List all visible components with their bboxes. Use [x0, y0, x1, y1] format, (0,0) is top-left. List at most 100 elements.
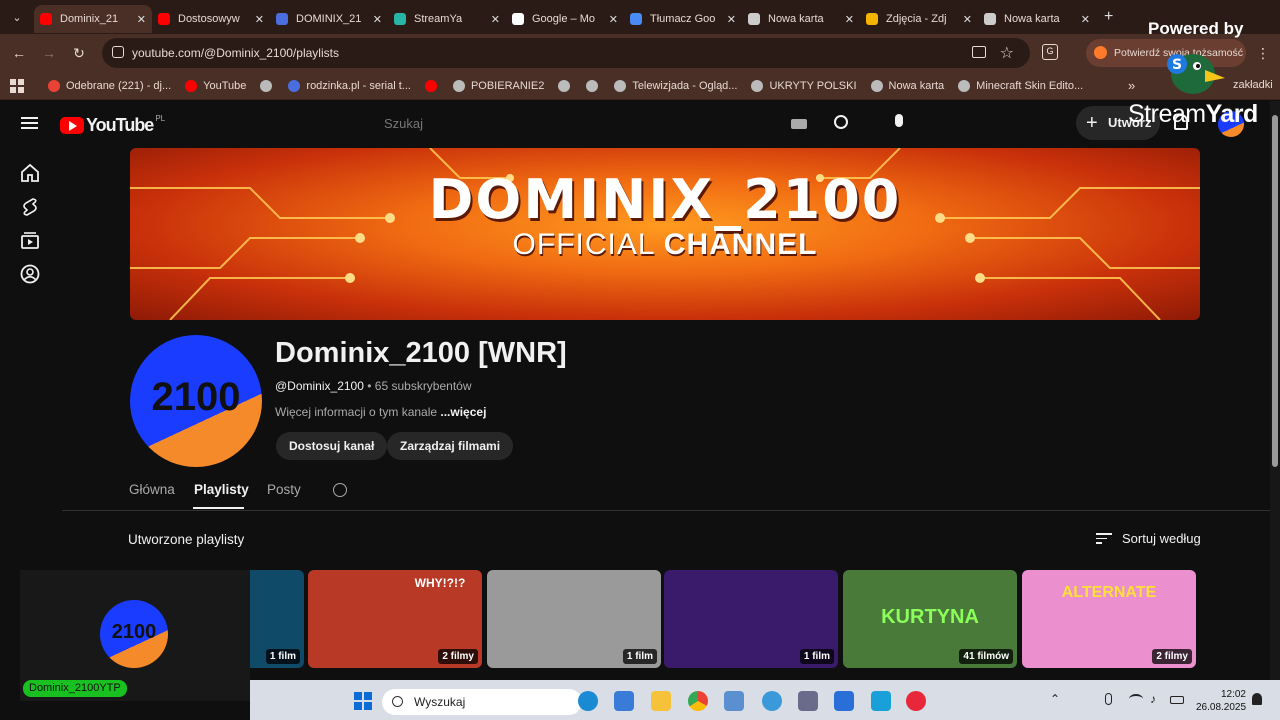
tab-favicon-icon [984, 13, 996, 25]
browser-tab[interactable]: StreamYa ✕ [388, 5, 506, 33]
app-icon-blue[interactable] [871, 691, 891, 711]
install-app-icon[interactable] [972, 46, 986, 58]
banner-subtitle-plain: OFFICIAL [512, 228, 664, 261]
tab-close-icon[interactable]: ✕ [727, 13, 736, 26]
playlist-thumbnail[interactable]: KURTYNA 41 filmów [843, 570, 1017, 668]
bookmark-item[interactable]: Telewizjada - Ogląd... [614, 79, 737, 92]
channel-avatar[interactable]: 2100 [130, 335, 262, 467]
notifications-icon[interactable] [1252, 693, 1262, 705]
taskbar-clock[interactable]: 12:02 26.08.2025 [1196, 688, 1246, 714]
tab-close-icon[interactable]: ✕ [1081, 13, 1090, 26]
playlist-thumbnail[interactable]: ALTERNATE 2 filmy [1022, 570, 1196, 668]
translate-icon[interactable]: G [1042, 44, 1058, 60]
bookmark-item[interactable] [558, 79, 576, 92]
wifi-icon[interactable] [1129, 694, 1143, 704]
taskbar-search-icon [392, 696, 403, 707]
bookmark-item[interactable]: UKRYTY POLSKI [751, 79, 857, 92]
youtube-region: PL [155, 114, 166, 123]
bookmark-item[interactable]: rodzinka.pl - serial t... [288, 79, 411, 92]
taskbar-search[interactable]: Wyszukaj [382, 689, 582, 715]
more-menu-icon[interactable]: ⋮ [1248, 38, 1278, 68]
record-app-icon[interactable] [906, 691, 926, 711]
tab-home[interactable]: Główna [129, 482, 175, 497]
sort-button[interactable]: Sortuj według [1096, 531, 1201, 546]
browser-tab[interactable]: Dostosowyw ✕ [152, 5, 270, 33]
browser-tab[interactable]: Nowa karta ✕ [978, 5, 1096, 33]
customize-channel-button[interactable]: Dostosuj kanał [276, 432, 388, 460]
keyboard-icon[interactable] [791, 119, 807, 129]
tab-close-icon[interactable]: ✕ [963, 13, 972, 26]
page-scrollbar[interactable] [1270, 101, 1280, 680]
scrollbar-thumb[interactable] [1272, 115, 1278, 467]
all-bookmarks-label[interactable]: zakładki [1233, 79, 1273, 91]
file-explorer-icon[interactable] [651, 691, 671, 711]
bookmark-item[interactable]: Minecraft Skin Edito... [958, 79, 1083, 92]
app-grid-icon[interactable] [798, 691, 818, 711]
bookmarks-overflow-icon[interactable]: » [1128, 78, 1135, 93]
playlist-thumbnail[interactable]: WHY!?!? 2 filmy [308, 570, 482, 668]
volume-icon[interactable]: ♪ [1150, 692, 1156, 706]
browser-tab[interactable]: Zdjęcia - Zdj ✕ [860, 5, 978, 33]
tab-close-icon[interactable]: ✕ [137, 13, 146, 26]
tab-close-icon[interactable]: ✕ [373, 13, 382, 26]
tab-posts[interactable]: Posty [267, 482, 301, 497]
reload-icon[interactable]: ↻ [64, 38, 94, 68]
chrome-icon[interactable] [688, 691, 708, 711]
mic-icon[interactable] [895, 114, 903, 127]
home-icon[interactable] [19, 162, 41, 184]
bookmark-item[interactable] [424, 79, 443, 92]
bookmark-item[interactable]: Nowa karta [870, 79, 944, 92]
channel-description[interactable]: Więcej informacji o tym kanale ...więcej [275, 405, 486, 419]
bookmark-item[interactable] [260, 79, 278, 92]
bookmark-item[interactable]: YouTube [185, 79, 246, 92]
address-bar[interactable]: youtube.com/@Dominix_2100/playlists ☆ [102, 38, 1030, 68]
apps-grid-icon[interactable] [10, 78, 24, 93]
tray-overflow-icon[interactable]: ⌃ [1050, 692, 1060, 706]
globe-app-icon[interactable] [762, 691, 782, 711]
new-tab-button[interactable]: + [1104, 8, 1113, 26]
youtube-logo[interactable]: YouTube PL [60, 114, 166, 136]
shorts-icon[interactable] [19, 196, 41, 218]
channel-search-icon[interactable] [333, 483, 347, 497]
subscriptions-icon[interactable] [19, 229, 41, 251]
tab-close-icon[interactable]: ✕ [609, 13, 618, 26]
sort-label: Sortuj według [1122, 531, 1201, 546]
tab-close-icon[interactable]: ✕ [845, 13, 854, 26]
search-icon[interactable] [834, 115, 848, 129]
store-icon[interactable] [834, 691, 854, 711]
back-icon[interactable]: ← [4, 38, 34, 68]
bookmark-item[interactable]: Odebrane (221) - dj... [48, 79, 171, 92]
windows-start-icon[interactable] [354, 692, 372, 710]
playlist-count-badge: 1 film [799, 649, 834, 664]
playlist-thumbnail[interactable]: 1 film [487, 570, 661, 668]
task-view-icon[interactable] [614, 691, 634, 711]
playlist-thumbnail[interactable]: 1 film [664, 570, 838, 668]
tray-mic-icon[interactable] [1105, 693, 1112, 705]
battery-icon[interactable] [1170, 696, 1184, 704]
edge-icon[interactable] [578, 691, 598, 711]
browser-tab[interactable]: Dominix_21 ✕ [34, 5, 152, 33]
browser-tab[interactable]: Tłumacz Goo ✕ [624, 5, 742, 33]
manage-videos-button[interactable]: Zarządzaj filmami [387, 432, 514, 460]
bookmark-item[interactable] [586, 79, 604, 92]
thumbnail-text: ALTERNATE [1061, 584, 1157, 601]
bookmark-item[interactable]: POBIERANIE2 [452, 79, 544, 92]
bookmark-star-icon[interactable]: ☆ [1000, 43, 1014, 63]
you-account-icon[interactable] [19, 263, 41, 285]
photos-icon[interactable] [724, 691, 744, 711]
more-link[interactable]: ...więcej [440, 405, 486, 419]
tab-search-button[interactable]: ⌄ [0, 0, 34, 34]
forward-icon[interactable]: → [34, 38, 64, 68]
tab-close-icon[interactable]: ✕ [491, 13, 500, 26]
site-info-icon[interactable] [112, 46, 124, 58]
hamburger-menu-icon[interactable] [21, 117, 38, 129]
tab-playlists[interactable]: Playlisty [194, 482, 249, 497]
tab-close-icon[interactable]: ✕ [255, 13, 264, 26]
bookmark-favicon-icon [958, 79, 971, 92]
browser-tab[interactable]: DOMINIX_21 ✕ [270, 5, 388, 33]
browser-tab[interactable]: Google – Mo ✕ [506, 5, 624, 33]
search-input[interactable]: Szukaj [370, 109, 820, 139]
browser-tab[interactable]: Nowa karta ✕ [742, 5, 860, 33]
playlist-count-badge: 1 film [622, 649, 657, 664]
bookmark-favicon-icon [452, 79, 465, 92]
